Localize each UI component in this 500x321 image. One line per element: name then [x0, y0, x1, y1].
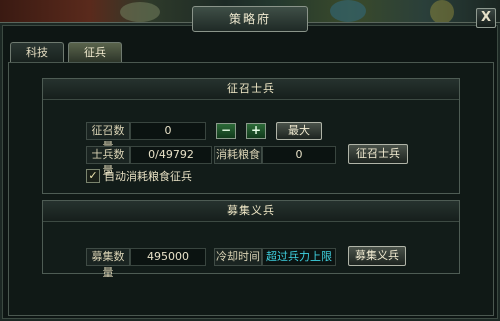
recruit-quantity-field[interactable]: 0 [130, 122, 206, 140]
scene-decoration [330, 0, 366, 22]
recruit-quantity-label: 征召数量 [86, 122, 130, 153]
volunteer-count-label: 募集数量 [86, 248, 130, 279]
recruit-soldiers-heading: 征召士兵 [43, 79, 459, 100]
recruit-soldiers-button[interactable]: 征召士兵 [348, 144, 408, 164]
tab-conscription[interactable]: 征兵 [68, 42, 122, 63]
soldier-count-label: 士兵数量 [86, 146, 130, 177]
close-button[interactable]: X [476, 8, 496, 28]
scene-decoration [430, 0, 454, 24]
auto-consume-grain-label: 自动消耗粮食征兵 [104, 170, 192, 183]
decrease-quantity-button[interactable]: − [216, 123, 236, 139]
cooldown-label: 冷却时间 [214, 248, 262, 266]
recruit-volunteers-button[interactable]: 募集义兵 [348, 246, 406, 266]
grain-cost-label: 消耗粮食 [214, 146, 262, 164]
volunteer-count-value: 495000 [130, 248, 206, 266]
auto-consume-grain-checkbox[interactable]: ✓ [86, 169, 100, 183]
volunteers-heading: 募集义兵 [43, 201, 459, 222]
window-title: 策略府 [192, 6, 308, 32]
grain-cost-value: 0 [262, 146, 336, 164]
increase-quantity-button[interactable]: + [246, 123, 266, 139]
tab-technology[interactable]: 科技 [10, 42, 64, 63]
soldier-count-value: 0/49792 [130, 146, 212, 164]
scene-decoration [120, 2, 160, 22]
checkmark-icon: ✓ [88, 169, 98, 182]
cooldown-value: 超过兵力上限 [262, 248, 336, 266]
max-quantity-button[interactable]: 最大 [276, 122, 322, 140]
